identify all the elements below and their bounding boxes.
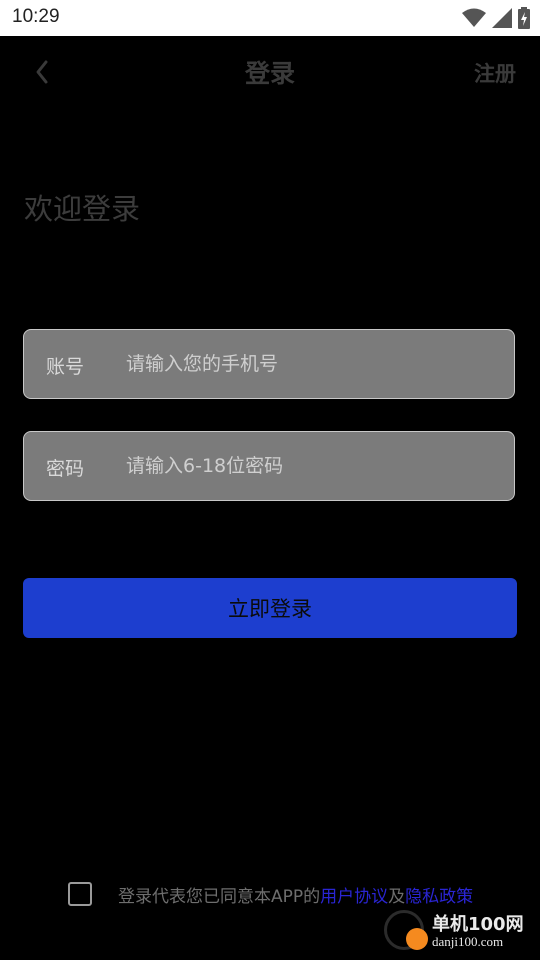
user-agreement-link[interactable]: 用户协议 [320, 887, 388, 907]
password-field: 密码 [23, 431, 515, 501]
battery-icon [518, 7, 530, 29]
watermark-url: danji100.com [432, 934, 504, 949]
watermark-name: 单机100网 [432, 914, 524, 935]
agreement-checkbox[interactable] [68, 882, 92, 906]
watermark-dot [406, 928, 428, 950]
signal-icon [492, 8, 512, 28]
account-field: 账号 [23, 329, 515, 399]
agreement-prefix: 登录代表您已同意本APP的 [118, 886, 321, 907]
password-label: 密码 [46, 458, 85, 480]
nav-bar: 登录 注册 [0, 36, 540, 108]
status-icons [462, 6, 530, 30]
status-bar: 10:29 [0, 0, 540, 36]
password-input[interactable] [126, 448, 496, 484]
account-input[interactable] [126, 346, 496, 382]
wifi-icon [462, 8, 486, 27]
agreement-text: 登录代表您已同意本APP的用户协议及隐私政策 [118, 882, 473, 907]
welcome-heading: 欢迎登录 [24, 192, 141, 226]
login-button[interactable]: 立即登录 [23, 578, 517, 638]
watermark: 单机100网 danji100.com [384, 904, 534, 956]
account-label: 账号 [46, 356, 85, 378]
status-time: 10:29 [12, 6, 60, 27]
page-title: 登录 [244, 59, 295, 88]
register-button[interactable]: 注册 [474, 58, 516, 88]
